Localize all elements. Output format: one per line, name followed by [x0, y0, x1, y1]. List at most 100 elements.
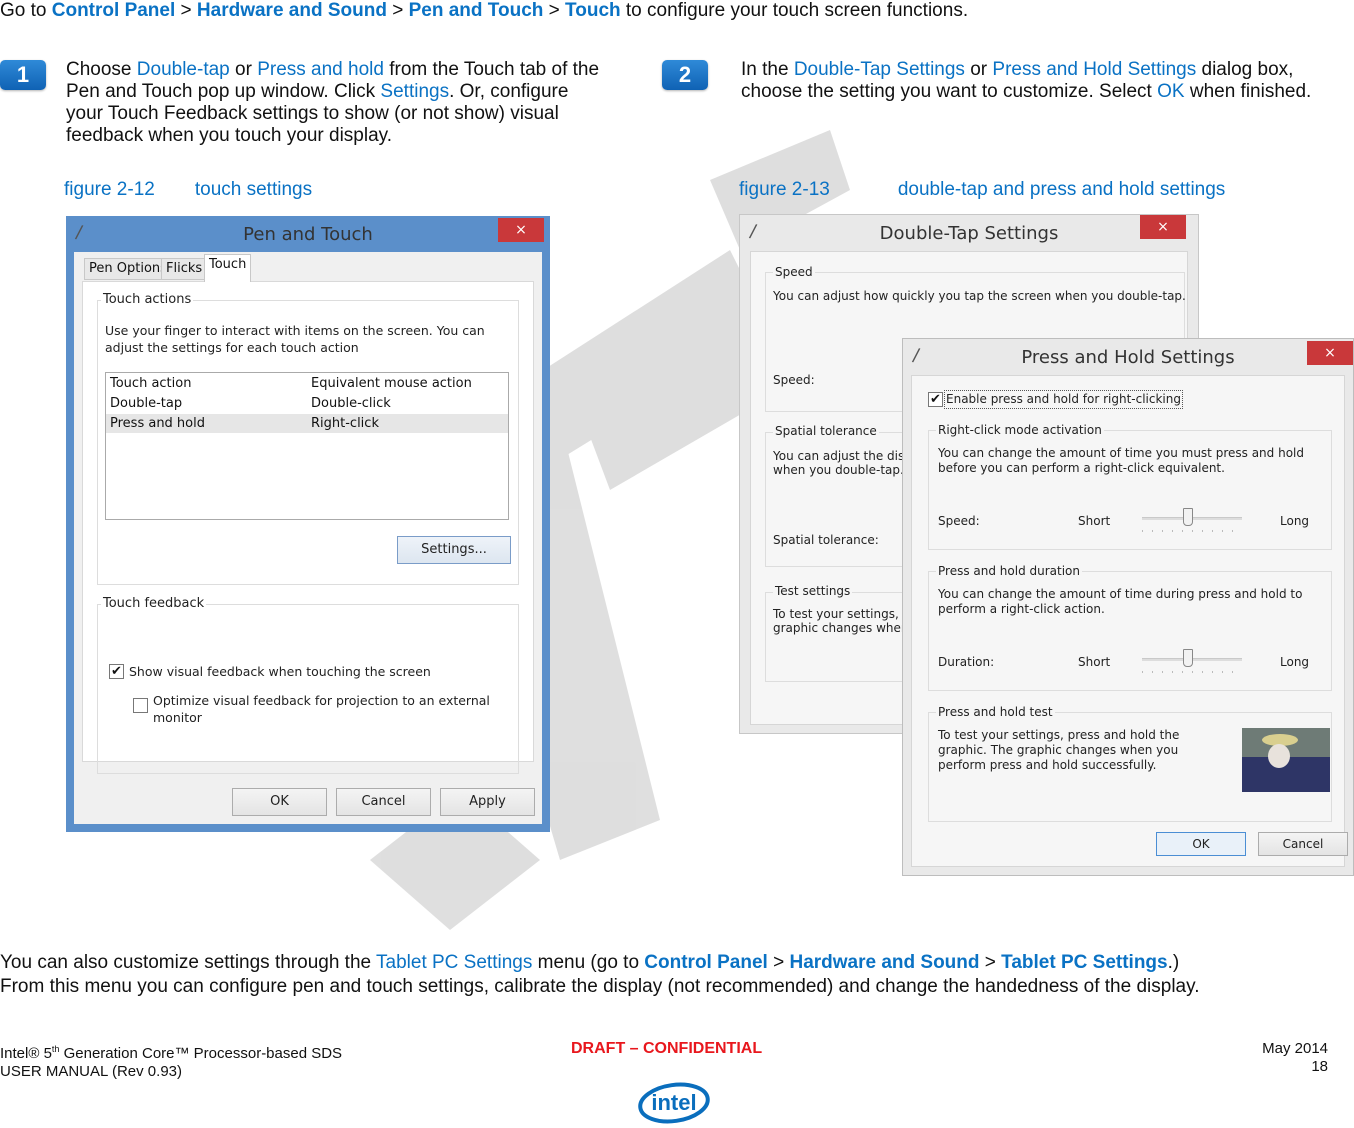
breadcrumb: Go to Control Panel > Hardware and Sound… — [0, 0, 969, 21]
tab-pen-options[interactable]: Pen Options — [84, 258, 172, 280]
spatial-description-2: when you double-tap. — [773, 463, 904, 477]
speed-field-label: Speed: — [938, 514, 980, 528]
breadcrumb-pen-and-touch[interactable]: Pen and Touch — [409, 0, 544, 21]
dialog-title: Press and Hold Settings — [1021, 347, 1235, 368]
step-text-segment: In the — [741, 59, 794, 80]
figure-2-12-caption: figure 2-12 touch settings — [64, 179, 313, 200]
column-touch-action[interactable]: Touch action — [110, 374, 191, 393]
paragraph-line-2: From this menu you can configure pen and… — [0, 976, 1200, 997]
tablet-pc-settings-link[interactable]: Tablet PC Settings — [376, 952, 532, 973]
step-link[interactable]: Press and hold — [257, 59, 384, 80]
dialog-body: ✔ Enable press and hold for right-clicki… — [911, 375, 1348, 867]
speed-field-label: Speed: — [773, 373, 815, 387]
dialog-title: Pen and Touch — [243, 224, 373, 245]
page-number: 18 — [1311, 1058, 1328, 1075]
show-feedback-checkbox[interactable]: ✔ — [109, 664, 124, 679]
duration-label: Press and hold duration — [936, 564, 1082, 578]
settings-button[interactable]: Settings... — [397, 536, 511, 564]
touch-actions-list[interactable]: Touch action Equivalent mouse action Dou… — [105, 372, 509, 520]
ok-button[interactable]: OK — [232, 788, 327, 816]
step-link[interactable]: Double-Tap Settings — [794, 59, 965, 80]
cancel-button[interactable]: Cancel — [1258, 832, 1348, 856]
slider-ticks — [1142, 671, 1242, 673]
paragraph-text-segment: You can also customize settings through … — [0, 952, 377, 973]
step-link[interactable]: Settings — [380, 81, 449, 102]
spatial-tolerance-label: Spatial tolerance — [773, 424, 879, 438]
duration-slider[interactable] — [1142, 647, 1242, 677]
touch-feedback-group — [97, 604, 519, 774]
show-feedback-label: Show visual feedback when touching the s… — [129, 664, 431, 679]
step-text-segment: when finished. — [1184, 81, 1312, 102]
ok-button[interactable]: OK — [1156, 832, 1246, 856]
footer-document-title: Intel® 5th Generation Core™ Processor-ba… — [0, 1044, 343, 1080]
step-text-segment: Choose — [66, 59, 137, 80]
paragraph-text-segment: > — [767, 952, 790, 973]
optimize-feedback-checkbox[interactable] — [133, 698, 148, 713]
paragraph-text-segment: > — [979, 952, 1002, 973]
close-button[interactable]: × — [498, 218, 544, 242]
step-text-segment: or — [964, 59, 993, 80]
breadcrumb-hardware-and-sound[interactable]: Hardware and Sound — [197, 0, 387, 21]
paragraph-line-1: You can also customize settings through … — [0, 951, 1200, 975]
step-link[interactable]: Double-tap — [137, 59, 230, 80]
duration-short-label: Short — [1078, 655, 1111, 669]
duration-field-label: Duration: — [938, 655, 995, 669]
press-hold-test-label: Press and hold test — [936, 705, 1055, 719]
step-link[interactable]: OK — [1157, 81, 1184, 102]
touch-feedback-label: Touch feedback — [101, 596, 207, 611]
mushroom-stem — [1268, 744, 1290, 768]
breadcrumb-control-panel[interactable]: Control Panel — [52, 0, 176, 21]
pen-and-touch-dialog: ∕ Pen and Touch × Pen Options Flicks Tou… — [66, 216, 550, 832]
menu-path-item[interactable]: Tablet PC Settings — [1001, 952, 1167, 973]
press-hold-test-graphic[interactable] — [1242, 728, 1330, 792]
speed-long-label: Long — [1280, 514, 1310, 528]
slider-thumb[interactable] — [1182, 508, 1193, 526]
step-link[interactable]: Press and Hold Settings — [992, 59, 1196, 80]
apply-button[interactable]: Apply — [440, 788, 535, 816]
touch-tab-page: Touch actions Use your finger to interac… — [82, 281, 534, 774]
spatial-tolerance-field-label: Spatial tolerance: — [773, 533, 879, 547]
enable-press-hold-label[interactable]: Enable press and hold for right-clicking — [944, 390, 1183, 409]
paragraph-text-segment: menu (go to — [532, 952, 645, 973]
tab-flicks[interactable]: Flicks — [161, 258, 208, 280]
intel-logo-text: intel — [651, 1090, 696, 1115]
speed-description: You can adjust how quickly you tap the s… — [773, 289, 1186, 303]
step-1-text: Choose Double-tap or Press and hold from… — [66, 59, 606, 147]
list-item-selected[interactable]: Press and hold Right-click — [106, 414, 508, 433]
slider-ticks — [1142, 530, 1242, 532]
dialog-title: Double-Tap Settings — [879, 223, 1059, 244]
tablet-pc-settings-paragraph: You can also customize settings through … — [0, 951, 1200, 999]
dialog-body: Pen Options Flicks Touch Touch actions U… — [74, 252, 542, 824]
step-1-badge: 1 — [0, 60, 46, 90]
activation-description: You can change the amount of time you mu… — [938, 446, 1304, 475]
paragraph-text-segment: .) — [1167, 952, 1180, 973]
duration-description: You can change the amount of time during… — [938, 587, 1303, 616]
test-settings-label: Test settings — [773, 584, 853, 598]
footer-date: May 2014 — [1262, 1040, 1328, 1057]
press-hold-test-description: To test your settings, press and hold th… — [938, 728, 1180, 772]
cancel-button[interactable]: Cancel — [336, 788, 431, 816]
list-header: Touch action Equivalent mouse action — [106, 374, 508, 393]
menu-path-item[interactable]: Hardware and Sound — [789, 952, 979, 973]
press-and-hold-settings-dialog: ∕ Press and Hold Settings × ✔ Enable pre… — [902, 338, 1354, 876]
close-button[interactable]: × — [1140, 215, 1186, 239]
close-button[interactable]: × — [1307, 341, 1353, 365]
optimize-feedback-label: Optimize visual feedback for projection … — [153, 693, 490, 725]
touch-actions-description: Use your finger to interact with items o… — [105, 323, 485, 355]
tab-touch[interactable]: Touch — [204, 254, 252, 282]
slider-thumb[interactable] — [1182, 649, 1193, 667]
enable-press-hold-checkbox[interactable]: ✔ — [928, 392, 943, 407]
speed-short-label: Short — [1078, 514, 1111, 528]
list-item[interactable]: Double-tap Double-click — [106, 394, 508, 413]
step-2-text: In the Double-Tap Settings or Press and … — [741, 59, 1341, 103]
step-text-segment: or — [229, 59, 258, 80]
footer-date-page: May 2014 18 — [1262, 1040, 1328, 1076]
menu-path-item[interactable]: Control Panel — [644, 952, 768, 973]
touch-actions-label: Touch actions — [101, 292, 194, 307]
speed-slider[interactable] — [1142, 506, 1242, 536]
intel-logo: intel — [638, 1082, 710, 1124]
duration-long-label: Long — [1280, 655, 1310, 669]
breadcrumb-touch[interactable]: Touch — [565, 0, 621, 21]
test-description-2: graphic changes when y — [773, 621, 920, 635]
column-equivalent-mouse-action[interactable]: Equivalent mouse action — [311, 374, 472, 393]
